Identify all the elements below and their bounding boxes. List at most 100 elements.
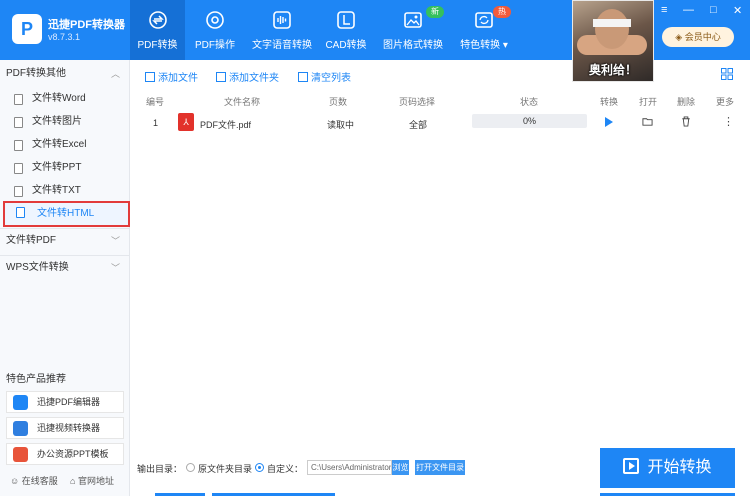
promo-label: 迅捷PDF编辑器 — [37, 397, 101, 407]
nav-pdf-operate[interactable]: PDF操作 — [190, 0, 240, 60]
sidebar-item-label: 文件转TXT — [32, 185, 81, 196]
pdf-editor-icon — [13, 395, 28, 410]
footer-label: 官网地址 — [77, 476, 114, 486]
nav-label: PDF操作 — [195, 40, 235, 51]
chevron-down-icon: ﹀ — [110, 263, 120, 273]
header-status: 状态 — [520, 97, 539, 107]
sidebar-item-ppt[interactable]: 文件转PPT — [0, 157, 130, 179]
chevron-down-icon: ﹀ — [110, 236, 120, 246]
clear-icon — [298, 72, 308, 82]
sidebar-item-label: 文件转HTML — [37, 208, 95, 219]
chevron-down-icon: ▾ — [502, 40, 508, 51]
pdf-operate-icon — [205, 10, 225, 30]
footer-label: 在线客服 — [21, 476, 58, 486]
nav-voice[interactable]: 文字语音转换 — [250, 0, 314, 60]
row-file-name: PDF文件.pdf — [200, 120, 252, 130]
button-label: 开始转换 — [647, 459, 712, 476]
nav-label: PDF转换 — [137, 40, 178, 51]
option-source-label: 原文件夹目录 — [198, 464, 253, 474]
ppt-template-icon — [13, 447, 28, 462]
row-page-select[interactable]: 全部 — [409, 118, 427, 131]
add-folder-button[interactable]: 添加文件夹 — [216, 69, 279, 84]
file-icon — [14, 94, 23, 105]
online-service-link[interactable]: ☺ 在线客服 — [10, 474, 58, 487]
sidebar-item-label: 文件转图片 — [32, 116, 82, 127]
chevron-up-icon: ︿ — [110, 69, 120, 79]
nav-pdf-convert[interactable]: PDF转换 — [130, 0, 185, 60]
promo-title: 特色产品推荐 — [6, 374, 66, 385]
file-icon — [14, 186, 23, 197]
sidebar: PDF转换其他 ︿ 文件转Word 文件转图片 文件转Excel 文件转PPT … — [0, 60, 130, 496]
nav-label: 图片格式转换 — [383, 40, 443, 51]
diamond-icon: ◈ — [675, 32, 683, 42]
trash-icon[interactable] — [681, 116, 691, 127]
member-center-button[interactable]: ◈ 会员中心 — [662, 27, 734, 47]
meme-caption: 奥利给！ — [588, 63, 637, 77]
header-open: 打开 — [639, 97, 658, 107]
option-custom-label: 自定义： — [267, 464, 304, 474]
sidebar-item-txt[interactable]: 文件转TXT — [0, 180, 130, 202]
pdf-convert-icon — [148, 10, 168, 30]
sidebar-item-word[interactable]: 文件转Word — [0, 88, 130, 110]
progress-bar: 0% — [472, 114, 587, 128]
group-label: PDF转换其他 — [6, 68, 66, 79]
website-link[interactable]: ⌂ 官网地址 — [70, 474, 114, 487]
header-page-select: 页码选择 — [399, 97, 436, 107]
promo-label: 办公资源PPT模板 — [37, 449, 109, 459]
sidebar-item-excel[interactable]: 文件转Excel — [0, 134, 130, 156]
nav-cad[interactable]: CAD转换 — [322, 0, 370, 60]
clear-list-button[interactable]: 清空列表 — [298, 69, 351, 84]
menu-icon[interactable]: ≡ — [661, 4, 667, 16]
promo-ppt-template[interactable]: 办公资源PPT模板 — [6, 443, 124, 465]
radio-source-folder[interactable] — [186, 463, 195, 472]
play-icon — [623, 458, 640, 474]
maximize-icon[interactable]: □ — [710, 4, 717, 16]
member-label: 会员中心 — [684, 32, 721, 42]
header-index: 编号 — [146, 97, 165, 107]
add-file-button[interactable]: 添加文件 — [145, 69, 198, 84]
close-icon[interactable]: ✕ — [733, 4, 742, 17]
add-file-icon — [145, 72, 155, 82]
promo-label: 迅捷视频转换器 — [37, 423, 101, 433]
cad-icon — [336, 10, 356, 30]
sidebar-group-pdf-other[interactable]: PDF转换其他 ︿ — [0, 62, 130, 86]
sidebar-item-image[interactable]: 文件转图片 — [0, 111, 130, 133]
progress-text: 0% — [522, 116, 536, 126]
pdf-file-icon: ⅄ — [178, 113, 194, 131]
grid-view-icon[interactable] — [721, 68, 733, 80]
nav-label: 文字语音转换 — [252, 40, 312, 51]
sidebar-item-html[interactable]: 文件转HTML — [3, 201, 130, 227]
minimize-icon[interactable]: — — [683, 4, 694, 16]
image-icon — [403, 10, 423, 30]
file-icon — [16, 207, 25, 218]
sidebar-item-label: 文件转Word — [32, 93, 86, 104]
new-badge: 新 — [426, 6, 444, 18]
promo-video-converter[interactable]: 迅捷视频转换器 — [6, 417, 124, 439]
file-icon — [14, 117, 23, 128]
special-icon — [474, 10, 494, 30]
video-converter-icon — [13, 421, 28, 436]
app-logo: P — [12, 14, 42, 44]
start-convert-button[interactable]: 开始转换 — [600, 448, 735, 488]
sidebar-group-wps[interactable]: WPS文件转换 ﹀ — [0, 255, 130, 279]
sidebar-group-to-pdf[interactable]: 文件转PDF ﹀ — [0, 228, 130, 252]
promo-pdf-editor[interactable]: 迅捷PDF编辑器 — [6, 391, 124, 413]
open-folder-button[interactable]: 打开文件目录 — [415, 460, 465, 475]
button-label: 添加文件夹 — [229, 73, 279, 84]
radio-custom-folder[interactable] — [255, 463, 264, 472]
meme-image: 奥利给！ — [572, 0, 654, 82]
app-version: v8.7.3.1 — [48, 32, 81, 42]
nav-label: CAD转换 — [325, 40, 367, 51]
browse-button[interactable]: 浏览 — [392, 460, 409, 475]
play-icon[interactable] — [604, 117, 614, 127]
app-name: 迅捷PDF转换器 — [48, 19, 125, 31]
open-folder-icon[interactable] — [642, 116, 653, 127]
more-icon[interactable]: ⋮ — [723, 115, 734, 128]
button-label: 添加文件 — [158, 73, 198, 84]
button-label: 清空列表 — [311, 73, 351, 84]
file-icon — [14, 163, 23, 174]
header-pages: 页数 — [329, 97, 348, 107]
header-more: 更多 — [716, 97, 735, 107]
row-index: 1 — [153, 118, 159, 128]
output-path-field[interactable]: C:\Users\Administrator — [307, 460, 392, 475]
